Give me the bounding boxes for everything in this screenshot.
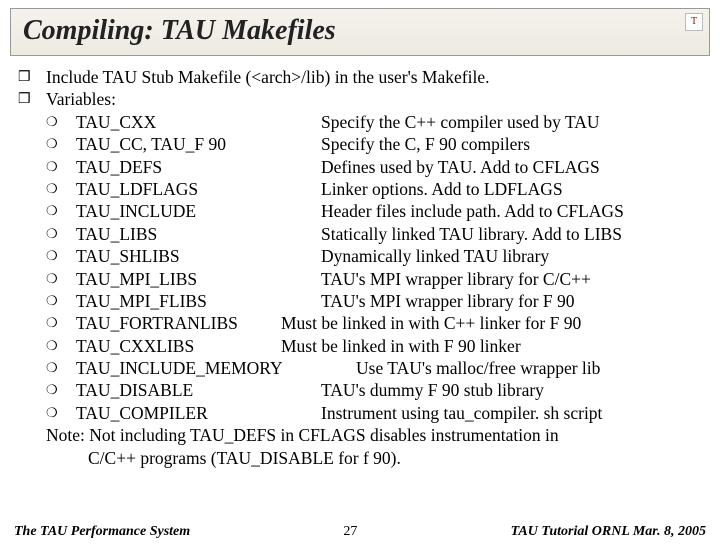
tau-logo-icon: T bbox=[685, 13, 703, 31]
slide-content: ❒ Include TAU Stub Makefile (<arch>/lib)… bbox=[0, 56, 720, 469]
note-line: Note: Not including TAU_DEFS in CFLAGS d… bbox=[18, 424, 702, 446]
variable-row: ❍TAU_FORTRANLIBSMust be linked in with C… bbox=[18, 312, 702, 334]
circle-bullet-icon: ❍ bbox=[46, 245, 76, 267]
variable-name: TAU_MPI_FLIBS bbox=[76, 290, 321, 312]
variable-desc: Statically linked TAU library. Add to LI… bbox=[321, 224, 622, 244]
variable-text: TAU_CXXLIBSMust be linked in with F 90 l… bbox=[76, 335, 521, 357]
item-text: Variables: bbox=[46, 88, 702, 110]
variable-desc: Must be linked in with C++ linker for F … bbox=[281, 313, 581, 333]
footer-right: TAU Tutorial ORNL Mar. 8, 2005 bbox=[511, 524, 706, 540]
circle-bullet-icon: ❍ bbox=[46, 268, 76, 290]
variable-desc: TAU's dummy F 90 stub library bbox=[321, 380, 544, 400]
variable-row: ❍TAU_LDFLAGSLinker options. Add to LDFLA… bbox=[18, 178, 702, 200]
variable-text: TAU_MPI_FLIBSTAU's MPI wrapper library f… bbox=[76, 290, 575, 312]
slide-title: Compiling: TAU Makefiles bbox=[23, 15, 336, 46]
variable-name: TAU_CXXLIBS bbox=[76, 335, 281, 357]
circle-bullet-icon: ❍ bbox=[46, 156, 76, 178]
variable-text: TAU_COMPILERInstrument using tau_compile… bbox=[76, 402, 602, 424]
variable-desc: Instrument using tau_compiler. sh script bbox=[321, 403, 602, 423]
variable-row: ❍TAU_INCLUDEHeader files include path. A… bbox=[18, 200, 702, 222]
variable-name: TAU_MPI_LIBS bbox=[76, 268, 321, 290]
variable-desc: TAU's MPI wrapper library for F 90 bbox=[321, 291, 575, 311]
variable-name: TAU_INCLUDE_MEMORY bbox=[76, 357, 356, 379]
variable-row: ❍TAU_INCLUDE_MEMORYUse TAU's malloc/free… bbox=[18, 357, 702, 379]
variable-row: ❍TAU_DEFSDefines used by TAU. Add to CFL… bbox=[18, 156, 702, 178]
variable-desc: TAU's MPI wrapper library for C/C++ bbox=[321, 269, 591, 289]
circle-bullet-icon: ❍ bbox=[46, 379, 76, 401]
slide-number: 27 bbox=[343, 524, 357, 540]
variable-row: ❍TAU_COMPILERInstrument using tau_compil… bbox=[18, 402, 702, 424]
variable-name: TAU_SHLIBS bbox=[76, 245, 321, 267]
variable-row: ❍TAU_MPI_FLIBSTAU's MPI wrapper library … bbox=[18, 290, 702, 312]
variable-desc: Linker options. Add to LDFLAGS bbox=[321, 179, 563, 199]
variable-row: ❍TAU_CC, TAU_F 90Specify the C, F 90 com… bbox=[18, 133, 702, 155]
variable-row: ❍TAU_MPI_LIBSTAU's MPI wrapper library f… bbox=[18, 268, 702, 290]
variable-text: TAU_SHLIBSDynamically linked TAU library bbox=[76, 245, 549, 267]
variable-text: TAU_CXXSpecify the C++ compiler used by … bbox=[76, 111, 600, 133]
variable-name: TAU_CC, TAU_F 90 bbox=[76, 133, 321, 155]
variable-text: TAU_INCLUDE_MEMORYUse TAU's malloc/free … bbox=[76, 357, 600, 379]
variable-desc: Specify the C++ compiler used by TAU bbox=[321, 112, 600, 132]
footer: The TAU Performance System 27 TAU Tutori… bbox=[0, 524, 720, 540]
variables-list: ❍TAU_CXXSpecify the C++ compiler used by… bbox=[18, 111, 702, 424]
variable-name: TAU_INCLUDE bbox=[76, 200, 321, 222]
variable-text: TAU_LIBSStatically linked TAU library. A… bbox=[76, 223, 622, 245]
variable-name: TAU_LDFLAGS bbox=[76, 178, 321, 200]
variable-desc: Use TAU's malloc/free wrapper lib bbox=[356, 358, 600, 378]
variable-text: TAU_DEFSDefines used by TAU. Add to CFLA… bbox=[76, 156, 600, 178]
variable-row: ❍TAU_DISABLETAU's dummy F 90 stub librar… bbox=[18, 379, 702, 401]
item-text: Include TAU Stub Makefile (<arch>/lib) i… bbox=[46, 66, 702, 88]
circle-bullet-icon: ❍ bbox=[46, 402, 76, 424]
variable-text: TAU_CC, TAU_F 90Specify the C, F 90 comp… bbox=[76, 133, 530, 155]
variable-name: TAU_FORTRANLIBS bbox=[76, 312, 281, 334]
variable-text: TAU_MPI_LIBSTAU's MPI wrapper library fo… bbox=[76, 268, 591, 290]
variable-text: TAU_LDFLAGSLinker options. Add to LDFLAG… bbox=[76, 178, 563, 200]
circle-bullet-icon: ❍ bbox=[46, 111, 76, 133]
variable-name: TAU_CXX bbox=[76, 111, 321, 133]
list-item: ❒ Variables: bbox=[18, 88, 702, 110]
title-bar: Compiling: TAU Makefiles T bbox=[10, 8, 710, 56]
variable-text: TAU_DISABLETAU's dummy F 90 stub library bbox=[76, 379, 544, 401]
variable-row: ❍TAU_CXXSpecify the C++ compiler used by… bbox=[18, 111, 702, 133]
variable-text: TAU_FORTRANLIBSMust be linked in with C+… bbox=[76, 312, 581, 334]
variable-desc: Specify the C, F 90 compilers bbox=[321, 134, 530, 154]
variable-desc: Dynamically linked TAU library bbox=[321, 246, 549, 266]
variable-text: TAU_INCLUDEHeader files include path. Ad… bbox=[76, 200, 624, 222]
variable-name: TAU_DEFS bbox=[76, 156, 321, 178]
note-line: C/C++ programs (TAU_DISABLE for f 90). bbox=[18, 447, 702, 469]
circle-bullet-icon: ❍ bbox=[46, 290, 76, 312]
footer-left: The TAU Performance System bbox=[14, 524, 190, 540]
circle-bullet-icon: ❍ bbox=[46, 357, 76, 379]
variable-name: TAU_LIBS bbox=[76, 223, 321, 245]
circle-bullet-icon: ❍ bbox=[46, 223, 76, 245]
circle-bullet-icon: ❍ bbox=[46, 335, 76, 357]
circle-bullet-icon: ❍ bbox=[46, 133, 76, 155]
circle-bullet-icon: ❍ bbox=[46, 200, 76, 222]
list-item: ❒ Include TAU Stub Makefile (<arch>/lib)… bbox=[18, 66, 702, 88]
variable-name: TAU_DISABLE bbox=[76, 379, 321, 401]
variable-row: ❍TAU_SHLIBSDynamically linked TAU librar… bbox=[18, 245, 702, 267]
variable-row: ❍TAU_CXXLIBSMust be linked in with F 90 … bbox=[18, 335, 702, 357]
circle-bullet-icon: ❍ bbox=[46, 178, 76, 200]
square-bullet-icon: ❒ bbox=[18, 88, 46, 110]
circle-bullet-icon: ❍ bbox=[46, 312, 76, 334]
variable-row: ❍TAU_LIBSStatically linked TAU library. … bbox=[18, 223, 702, 245]
square-bullet-icon: ❒ bbox=[18, 66, 46, 88]
variable-desc: Header files include path. Add to CFLAGS bbox=[321, 201, 624, 221]
variable-desc: Must be linked in with F 90 linker bbox=[281, 336, 521, 356]
variable-name: TAU_COMPILER bbox=[76, 402, 321, 424]
variable-desc: Defines used by TAU. Add to CFLAGS bbox=[321, 157, 600, 177]
